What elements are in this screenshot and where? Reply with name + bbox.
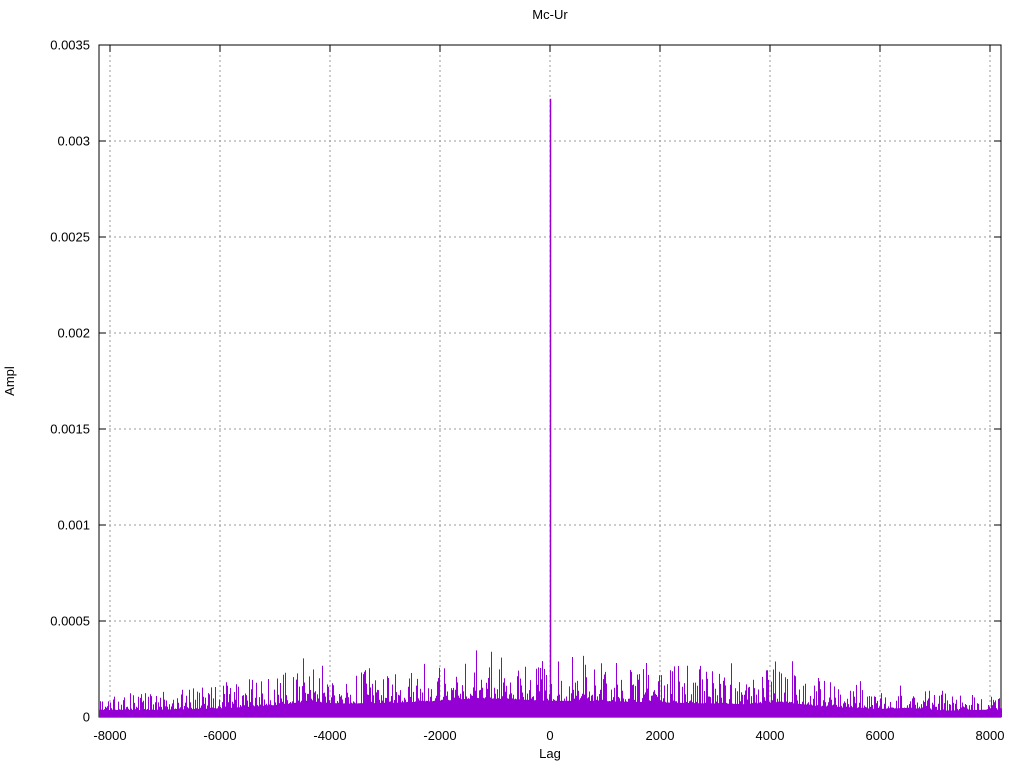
impulse-series — [99, 98, 1002, 717]
y-tick-label: 0 — [83, 710, 90, 725]
y-tick-label: 0.0015 — [50, 422, 90, 437]
y-tick-label: 0.0035 — [50, 38, 90, 53]
y-tick-label: 0.0025 — [50, 230, 90, 245]
y-tick-label: 0.003 — [57, 134, 90, 149]
x-tick-label: 6000 — [866, 728, 895, 743]
x-tick-label: 0 — [546, 728, 553, 743]
x-tick-label: 2000 — [646, 728, 675, 743]
y-tick-label: 0.001 — [57, 518, 90, 533]
x-tick-label: 8000 — [976, 728, 1005, 743]
tick-labels: -8000 -6000 -4000 -2000 0 2000 4000 6000 8000 0 0.… — [50, 38, 1004, 744]
x-tick-label: -8000 — [93, 728, 126, 743]
x-axis-label: Lag — [539, 746, 561, 761]
chart-canvas: -8000 -6000 -4000 -2000 0 2000 4000 6000 8000 0 0.… — [2, 7, 1004, 761]
chart-window: -8000 -6000 -4000 -2000 0 2000 4000 6000 8000 0 0.… — [0, 0, 1024, 768]
y-tick-label: 0.002 — [57, 326, 90, 341]
x-tick-label: 4000 — [756, 728, 785, 743]
y-tick-label: 0.0005 — [50, 614, 90, 629]
x-tick-label: -4000 — [313, 728, 346, 743]
y-axis-label: Ampl — [2, 366, 17, 396]
x-tick-label: -2000 — [423, 728, 456, 743]
x-tick-label: -6000 — [203, 728, 236, 743]
chart-title: Mc-Ur — [532, 7, 568, 22]
